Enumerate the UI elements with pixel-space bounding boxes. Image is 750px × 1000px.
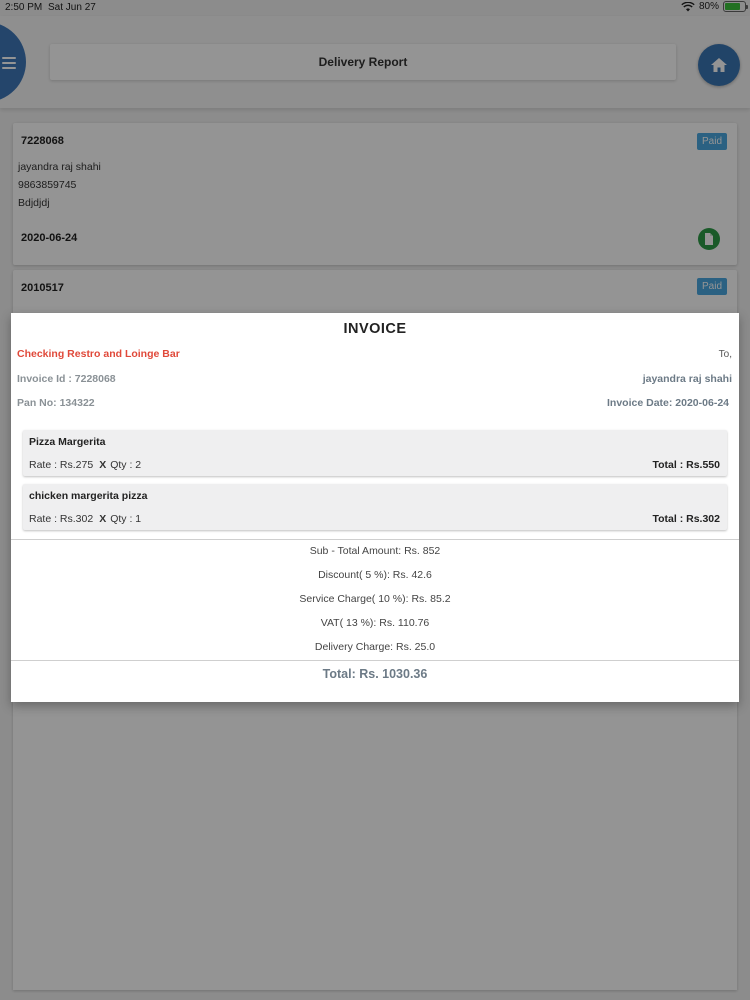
item-name: Pizza Margerita	[29, 436, 106, 448]
subtotal: Sub - Total Amount: Rs. 852	[309, 545, 441, 557]
delivery-charge: Delivery Charge: Rs. 25.0	[314, 641, 436, 653]
invoice-item: Pizza Margerita Rate : Rs.275 X Qty : 2 To…	[23, 430, 727, 476]
vat: VAT( 13 %): Rs. 110.76	[320, 617, 430, 629]
item-rate: Rate : Rs.302	[29, 513, 94, 525]
to-label: To,	[718, 349, 732, 360]
divider	[11, 539, 739, 540]
divider	[11, 660, 739, 661]
times-sign: X	[99, 459, 107, 471]
discount: Discount( 5 %): Rs. 42.6	[318, 569, 432, 581]
invoice-title: INVOICE	[343, 321, 407, 337]
item-total: Total : Rs.550	[652, 459, 721, 471]
company-name: Checking Restro and Loinge Bar	[17, 348, 180, 360]
item-name: chicken margerita pizza	[29, 490, 148, 502]
item-rate-qty: Rate : Rs.275 X Qty : 2	[29, 459, 141, 471]
invoice-modal: INVOICE Checking Restro and Loinge Bar T…	[11, 313, 739, 702]
invoice-id: Invoice Id : 7228068	[17, 373, 116, 385]
item-rate-qty: Rate : Rs.302 X Qty : 1	[29, 513, 141, 525]
service-charge: Service Charge( 10 %): Rs. 85.2	[299, 593, 451, 605]
item-rate: Rate : Rs.275	[29, 459, 94, 471]
grand-total: Total: Rs. 1030.36	[322, 667, 428, 681]
item-qty: Qty : 2	[110, 459, 142, 471]
item-total: Total : Rs.302	[652, 513, 721, 525]
invoice-date: Invoice Date: 2020-06-24	[607, 397, 729, 409]
invoice-item: chicken margerita pizza Rate : Rs.302 X Qt…	[23, 484, 727, 530]
customer-name: jayandra raj shahi	[642, 373, 732, 385]
pan-number: Pan No: 134322	[17, 397, 95, 409]
times-sign: X	[99, 513, 107, 525]
item-qty: Qty : 1	[110, 513, 142, 525]
